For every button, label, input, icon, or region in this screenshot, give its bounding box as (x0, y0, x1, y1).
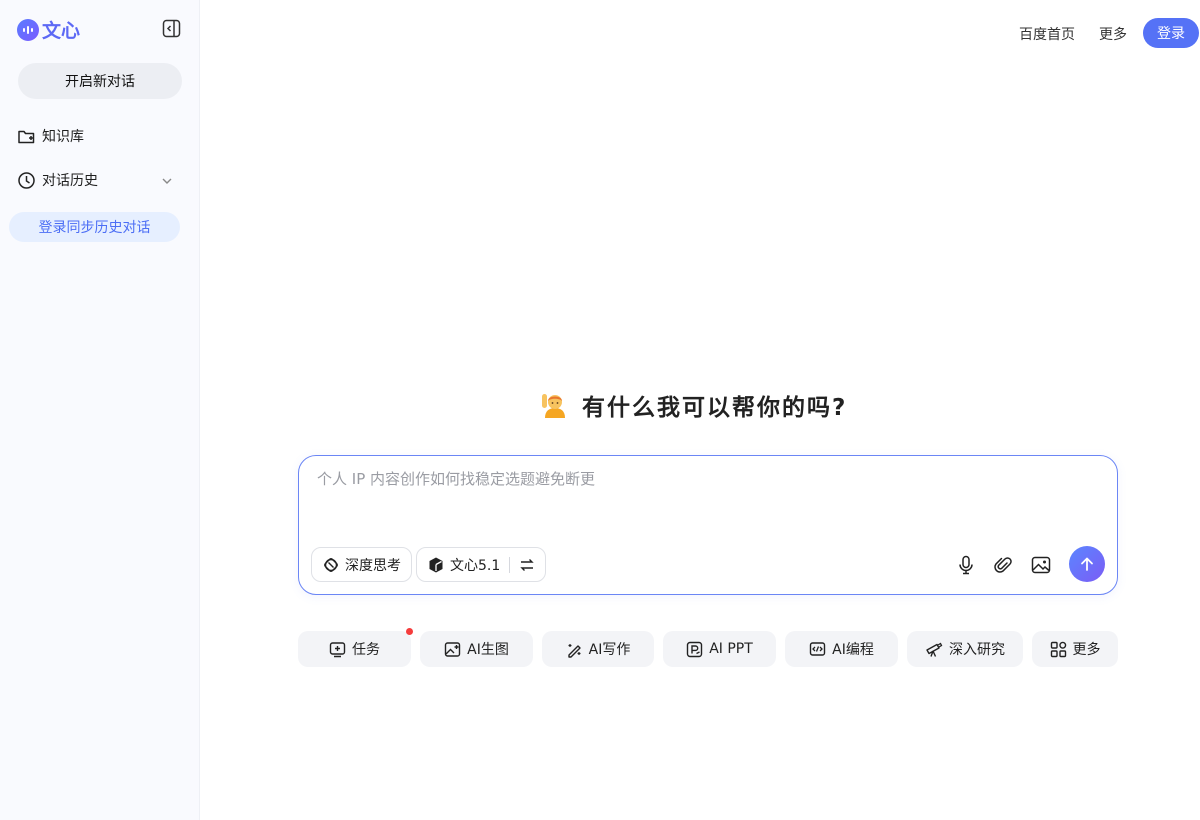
quick-action-label: AI编程 (832, 642, 874, 658)
quick-action-label: 深入研究 (949, 642, 1005, 658)
quick-action-label: 更多 (1072, 642, 1101, 658)
notification-dot (406, 628, 413, 635)
quick-action-ai-ppt[interactable]: AI PPT (663, 631, 776, 667)
deep-think-icon (324, 557, 338, 572)
telescope-icon (926, 642, 943, 657)
quick-action-task[interactable]: 任务 (298, 628, 413, 667)
new-chat-button[interactable]: 开启新对话 (18, 63, 182, 99)
image-icon (1031, 556, 1051, 574)
microphone-icon (959, 555, 973, 575)
paperclip-icon (994, 557, 1012, 573)
image-gen-icon (444, 641, 461, 657)
deep-think-label: 深度思考 (345, 557, 401, 574)
switch-arrows-icon[interactable] (519, 557, 535, 573)
quick-action-more[interactable]: 更多 (1032, 631, 1118, 667)
login-button[interactable]: 登录 (1143, 18, 1199, 48)
quick-action-label: 任务 (352, 642, 380, 658)
sidebar-collapse-icon (162, 19, 181, 38)
quick-action-label: AI写作 (588, 642, 631, 658)
baidu-home-link[interactable]: 百度首页 (1019, 24, 1075, 44)
send-button[interactable] (1069, 546, 1105, 582)
quick-action-deep-research[interactable]: 深入研究 (907, 631, 1023, 667)
voice-input-button[interactable] (955, 554, 977, 576)
quick-action-label: AI PPT (709, 641, 753, 657)
model-label: 文心5.1 (450, 557, 501, 574)
code-icon (809, 641, 826, 656)
wenxin-logo-icon (17, 18, 39, 41)
sidebar-item-label: 知识库 (42, 129, 84, 145)
greeting: 有什么我可以帮你的吗? (540, 388, 847, 422)
grid-icon (1050, 641, 1066, 657)
collapse-sidebar-button[interactable] (162, 19, 181, 38)
clock-icon (18, 171, 35, 189)
folder-icon (18, 130, 35, 143)
upload-image-button[interactable] (1030, 554, 1052, 576)
divider (509, 556, 511, 573)
more-link[interactable]: 更多 (1099, 24, 1127, 44)
quick-action-ai-coding[interactable]: AI编程 (785, 631, 898, 667)
sidebar-item-knowledge-base[interactable]: 知识库 (17, 126, 182, 146)
quick-action-ai-writing[interactable]: AI写作 (542, 631, 654, 667)
deep-think-toggle[interactable]: 深度思考 (311, 547, 412, 582)
logo[interactable]: 文心 (17, 16, 80, 43)
logo-text: 文心 (42, 20, 81, 42)
attach-file-button[interactable] (992, 554, 1014, 576)
quick-action-label: AI生图 (467, 642, 509, 658)
chat-composer: 深度思考 文心5.1 (298, 455, 1118, 595)
greeting-text: 有什么我可以帮你的吗? (582, 395, 848, 421)
sidebar: 文心 开启新对话 知识库 对话历史 登录同步历史对话 (0, 0, 200, 820)
ppt-icon (687, 641, 703, 657)
arrow-up-icon (1081, 557, 1093, 571)
prompt-input[interactable] (317, 468, 1097, 528)
task-icon (329, 641, 346, 657)
sidebar-item-chat-history[interactable]: 对话历史 (17, 170, 182, 190)
chevron-down-icon[interactable] (160, 174, 174, 188)
quick-action-ai-image[interactable]: AI生图 (420, 631, 533, 667)
cube-icon (429, 557, 443, 572)
login-sync-history-button[interactable]: 登录同步历史对话 (9, 212, 180, 242)
sidebar-item-label: 对话历史 (42, 173, 98, 189)
model-selector[interactable]: 文心5.1 (416, 547, 547, 582)
pen-icon (567, 643, 581, 658)
raising-hand-emoji-icon (542, 394, 565, 418)
